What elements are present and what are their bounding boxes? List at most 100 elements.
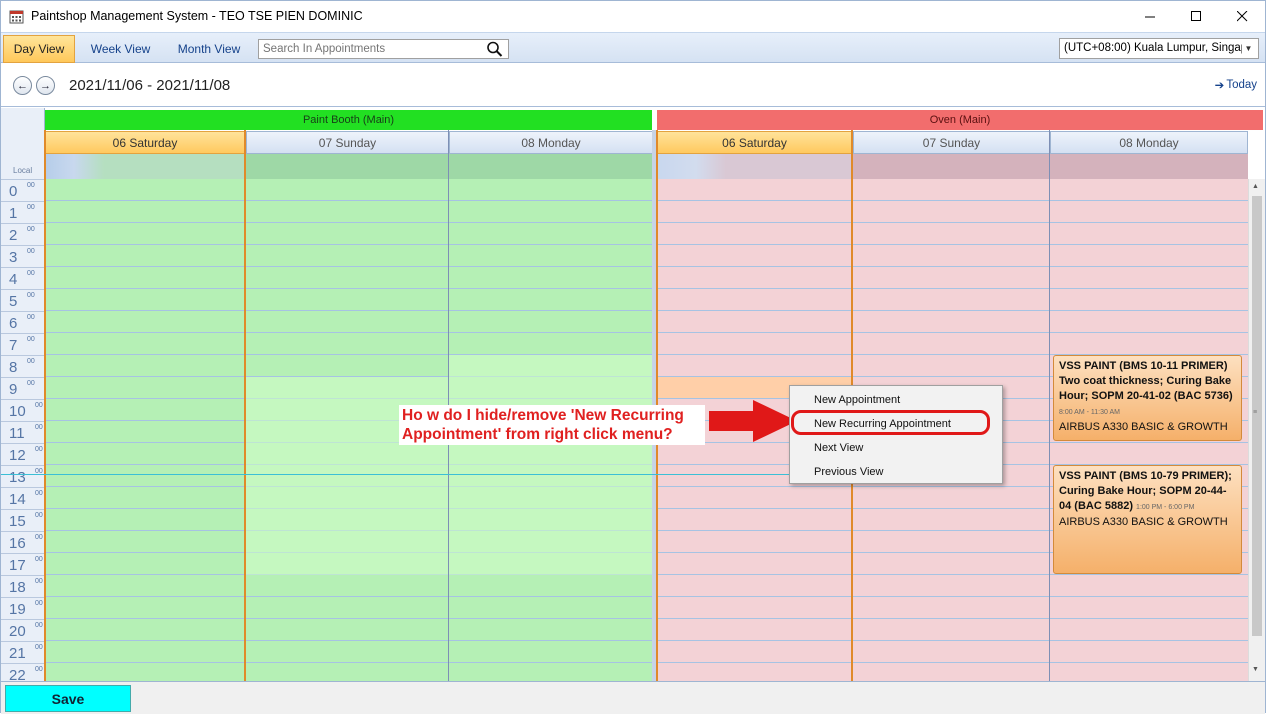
highlight-ellipse [791,410,990,435]
menu-item-previous-view[interactable]: Previous View [814,466,884,478]
hour-minutes: 00 [35,578,43,585]
calendar-icon [9,10,24,24]
hour-number: 14 [9,491,26,508]
hour-label: 16 00 [1,531,44,553]
save-button[interactable]: Save [5,685,131,712]
hour-minutes: 00 [27,292,35,299]
day-header-oven-sunday[interactable]: 07 Sunday [853,131,1050,154]
month-view-button[interactable]: Month View [165,35,253,63]
column-divider [1049,130,1050,681]
hour-minutes: 00 [27,380,35,387]
hour-minutes: 00 [35,402,43,409]
day-header-paint-sunday[interactable]: 07 Sunday [246,131,449,154]
hour-minutes: 00 [27,336,35,343]
day-header-oven-monday[interactable]: 08 Monday [1050,131,1248,154]
timezone-select[interactable]: (UTC+08:00) Kuala Lumpur, Singapore ▼ [1059,38,1259,59]
hour-number: 22 [9,667,26,681]
chevron-down-icon[interactable]: ▼ [1241,41,1256,56]
hour-label: 18 00 [1,575,44,597]
menu-item-next-view[interactable]: Next View [814,442,863,454]
hour-label: 20 00 [1,619,44,641]
hour-label: 13 00 [1,465,44,487]
close-icon [1236,11,1247,22]
hour-minutes: 00 [35,644,43,651]
hour-minutes: 00 [35,534,43,541]
all-day-cell[interactable] [44,154,246,179]
day-view-button[interactable]: Day View [3,35,75,63]
all-day-cell[interactable] [246,154,653,179]
appointment[interactable]: VSS PAINT (BMS 10-11 PRIMER) Two coat th… [1053,355,1242,441]
scroll-up-icon[interactable]: ▲ [1252,183,1259,190]
hour-number: 19 [9,601,26,618]
hour-minutes: 00 [27,270,35,277]
all-day-cell[interactable] [853,154,1248,179]
maximize-button[interactable] [1173,1,1219,32]
hour-minutes: 00 [35,600,43,607]
hour-label: 2 00 [1,223,44,245]
next-period-button[interactable]: → [36,76,55,95]
hour-number: 17 [9,557,26,574]
day-header-paint-monday[interactable]: 08 Monday [449,131,653,154]
resource-header-oven[interactable]: Oven (Main) [657,110,1263,130]
hour-label: 15 00 [1,509,44,531]
date-range-label: 2021/11/06 - 2021/11/08 [69,77,231,94]
hour-number: 7 [9,337,18,354]
hour-label: 14 00 [1,487,44,509]
hour-label: 22 00 [1,663,44,681]
hour-minutes: 00 [27,182,35,189]
hour-number: 11 [9,425,25,442]
hour-minutes: 00 [27,204,35,211]
search-input[interactable] [259,40,481,58]
hour-label: 10 00 [1,399,44,421]
hour-label: 9 00 [1,377,44,399]
resource-header-paint-booth[interactable]: Paint Booth (Main) [45,110,652,130]
day-header-paint-saturday[interactable]: 06 Saturday [44,131,246,154]
hour-number: 10 [9,403,26,420]
hour-number: 0 [9,183,18,200]
hour-minutes: 00 [27,314,35,321]
scrollbar-thumb[interactable] [1252,196,1262,636]
hour-label: 8 00 [1,355,44,377]
time-zone-label: Local [13,166,33,175]
hour-label: 17 00 [1,553,44,575]
minimize-button[interactable] [1127,1,1173,32]
hour-number: 15 [9,513,26,530]
all-day-cell[interactable] [656,154,853,179]
hour-number: 21 [9,645,26,662]
bottom-bar: Save [1,681,1265,714]
hour-minutes: 00 [35,446,43,453]
search-icon[interactable] [486,41,504,57]
appointment-location: AIRBUS A330 BASIC & GROWTH [1059,516,1228,528]
menu-item-new-appointment[interactable]: New Appointment [814,394,900,406]
hour-minutes: 00 [35,666,43,673]
appointment-title: VSS PAINT (BMS 10-11 PRIMER) Two coat th… [1059,360,1233,402]
hour-number: 2 [9,227,18,244]
minimize-icon [1144,16,1155,18]
hour-number: 16 [9,535,26,552]
hour-minutes: 00 [35,556,43,563]
scroll-down-icon[interactable]: ▼ [1252,666,1259,673]
close-button[interactable] [1219,1,1265,32]
hour-number: 1 [9,205,18,222]
week-view-button[interactable]: Week View [81,35,160,63]
hour-number: 12 [9,447,26,464]
arrow-right-icon: → [40,79,51,92]
hour-label: 1 00 [1,201,44,223]
vertical-scrollbar[interactable]: ▲ ≡ ▼ [1248,179,1265,681]
day-header-oven-saturday[interactable]: 06 Saturday [656,131,853,154]
previous-period-button[interactable]: ← [13,76,32,95]
hour-label: 11 00 [1,421,44,443]
appointment[interactable]: VSS PAINT (BMS 10-79 PRIMER); Curing Bak… [1053,465,1242,574]
appointment-location: AIRBUS A330 BASIC & GROWTH [1059,421,1228,433]
hour-number: 8 [9,359,18,376]
column-divider [244,130,246,681]
arrow-left-icon: ← [17,79,28,92]
maximize-icon [1190,11,1201,21]
today-button[interactable]: ➔ Today [1215,78,1257,92]
window-title: Paintshop Management System - TEO TSE PI… [31,9,363,23]
hour-label: 21 00 [1,641,44,663]
title-bar: Paintshop Management System - TEO TSE PI… [1,1,1265,32]
hour-number: 18 [9,579,26,596]
hour-minutes: 00 [35,512,43,519]
app-window: Paintshop Management System - TEO TSE PI… [0,0,1266,714]
